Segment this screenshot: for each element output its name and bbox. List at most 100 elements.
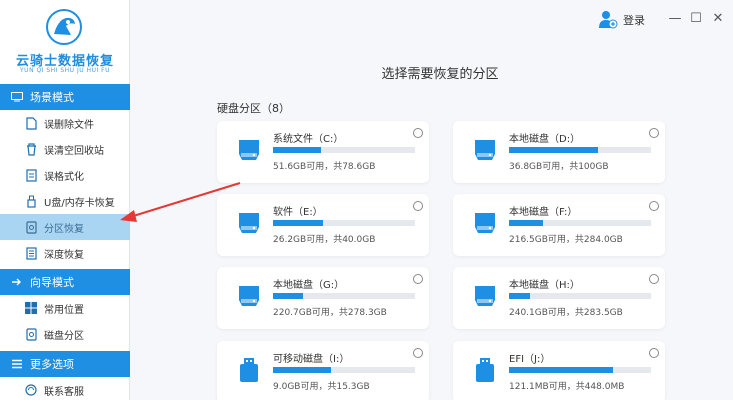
format-icon: [24, 168, 38, 182]
nav-item-label: 深度恢复: [44, 249, 84, 261]
user-avatar-icon[interactable]: [597, 8, 619, 30]
nav-item-partition-recovery[interactable]: 分区恢复: [0, 214, 130, 240]
select-radio[interactable]: [413, 348, 423, 358]
partition-card[interactable]: 可移动磁盘（I:） 9.0GB可用，共15.3GB: [217, 341, 429, 400]
partition-card[interactable]: 本地磁盘（G:） 220.7GB可用，共278.3GB: [217, 267, 429, 329]
select-radio[interactable]: [649, 274, 659, 284]
nav-item-label: 磁盘分区: [44, 330, 84, 342]
select-radio[interactable]: [413, 274, 423, 284]
nav-item-deep-recovery[interactable]: 深度恢复: [0, 240, 130, 266]
usage-bar: [273, 220, 415, 226]
partition-capacity: 26.2GB可用，共40.0GB: [273, 235, 376, 245]
nav-item-deleted-files[interactable]: 误删除文件: [0, 110, 130, 136]
partition-card[interactable]: 系统文件（C:） 51.6GB可用，共78.6GB: [217, 121, 429, 183]
partition-capacity: 240.1GB可用，共283.5GB: [509, 308, 623, 318]
partition-capacity: 51.6GB可用，共78.6GB: [273, 162, 376, 172]
usage-bar-fill: [509, 220, 544, 226]
partition-name: 本地磁盘（H:）: [509, 280, 580, 291]
select-radio[interactable]: [413, 201, 423, 211]
app-logo: 云骑士数据恢复 YUN QI SHI SHU JU HUI FU: [0, 0, 130, 82]
page-title: 选择需要恢复的分区: [381, 67, 499, 82]
partition-card[interactable]: 本地磁盘（D:） 36.8GB可用，共100GB: [453, 121, 665, 183]
nav-item-common-locations[interactable]: 常用位置: [0, 295, 130, 321]
nav-item-contact-support[interactable]: 联系客服: [0, 377, 130, 400]
section-guide-mode[interactable]: 向导模式: [0, 269, 130, 295]
usage-bar-fill: [509, 293, 531, 299]
nav-item-label: 误格式化: [44, 171, 84, 183]
partition-name: 软件（E:）: [273, 207, 323, 218]
disk-icon: [475, 140, 495, 160]
nav-item-format[interactable]: 误格式化: [0, 162, 130, 188]
nav-item-label: 误删除文件: [44, 119, 94, 131]
nav-item-disk-partition[interactable]: 磁盘分区: [0, 321, 130, 347]
section-more-options[interactable]: 更多选项: [0, 351, 130, 377]
disk-icon: [475, 286, 495, 306]
usage-bar-fill: [509, 147, 599, 153]
select-radio[interactable]: [649, 348, 659, 358]
partition-name: 本地磁盘（G:）: [273, 280, 345, 291]
partition-name: 本地磁盘（D:）: [509, 134, 581, 145]
select-radio[interactable]: [649, 201, 659, 211]
windows-icon: [24, 301, 38, 315]
partition-capacity: 220.7GB可用，共278.3GB: [273, 308, 387, 318]
nav-item-usb-card[interactable]: U盘/内存卡恢复: [0, 188, 130, 214]
partition-name: 可移动磁盘（I:）: [273, 354, 350, 365]
maximize-button[interactable]: ☐: [688, 10, 704, 26]
section-more-options-label: 更多选项: [30, 358, 74, 371]
usage-bar: [509, 293, 651, 299]
nav-item-label: U盘/内存卡恢复: [44, 197, 115, 209]
partition-card[interactable]: 本地磁盘（H:） 240.1GB可用，共283.5GB: [453, 267, 665, 329]
usage-bar-fill: [273, 147, 322, 153]
partition-name: 本地磁盘（F:）: [509, 207, 578, 218]
nav-item-label: 误清空回收站: [44, 145, 104, 157]
usb-drive-icon: [476, 358, 494, 382]
partition-card[interactable]: 本地磁盘（F:） 216.5GB可用，共284.0GB: [453, 194, 665, 256]
nav-item-label: 分区恢复: [44, 223, 84, 235]
partition-capacity: 121.1MB可用，共448.0MB: [509, 382, 625, 392]
usage-bar-fill: [273, 220, 323, 226]
usage-bar-fill: [273, 293, 303, 299]
disk-icon: [24, 327, 38, 341]
deep-recovery-icon: [24, 246, 38, 260]
disk-icon: [239, 140, 259, 160]
usage-bar-fill: [273, 367, 332, 373]
file-icon: [24, 116, 38, 130]
partition-icon: [24, 220, 38, 234]
support-icon: [24, 383, 38, 397]
partition-capacity: 9.0GB可用，共15.3GB: [273, 382, 370, 392]
knight-logo-icon: [46, 9, 82, 45]
sidebar: 云骑士数据恢复 YUN QI SHI SHU JU HUI FU 场景模式 误删…: [0, 0, 130, 400]
partition-name: 系统文件（C:）: [273, 134, 344, 145]
partition-card[interactable]: 软件（E:） 26.2GB可用，共40.0GB: [217, 194, 429, 256]
usage-bar: [509, 147, 651, 153]
nav-item-label: 常用位置: [44, 304, 84, 316]
guide-mode-icon: [10, 275, 24, 289]
partition-name: EFI（J:）: [509, 354, 551, 365]
partition-capacity: 36.8GB可用，共100GB: [509, 162, 609, 172]
disk-group-label: 硬盘分区（8）: [217, 102, 290, 115]
menu-icon: [10, 357, 24, 371]
nav-item-label: 联系客服: [44, 386, 84, 398]
disk-icon: [475, 213, 495, 233]
app-subtitle: YUN QI SHI SHU JU HUI FU: [20, 67, 110, 74]
close-button[interactable]: ✕: [710, 10, 726, 26]
disk-icon: [239, 286, 259, 306]
select-radio[interactable]: [413, 128, 423, 138]
usage-bar: [273, 367, 415, 373]
partition-card[interactable]: EFI（J:） 121.1MB可用，共448.0MB: [453, 341, 665, 400]
login-link[interactable]: 登录: [623, 12, 645, 28]
usb-drive-icon: [240, 358, 258, 382]
usage-bar: [509, 367, 651, 373]
nav-item-recycle-bin[interactable]: 误清空回收站: [0, 136, 130, 162]
partition-capacity: 216.5GB可用，共284.0GB: [509, 235, 623, 245]
usb-icon: [24, 194, 38, 208]
usage-bar-fill: [509, 367, 613, 373]
usage-bar: [509, 220, 651, 226]
select-radio[interactable]: [649, 128, 659, 138]
section-guide-mode-label: 向导模式: [30, 276, 74, 289]
minimize-button[interactable]: —: [667, 10, 683, 26]
usage-bar: [273, 147, 415, 153]
section-scene-mode[interactable]: 场景模式: [0, 84, 130, 110]
scene-mode-icon: [10, 90, 24, 104]
disk-icon: [239, 213, 259, 233]
